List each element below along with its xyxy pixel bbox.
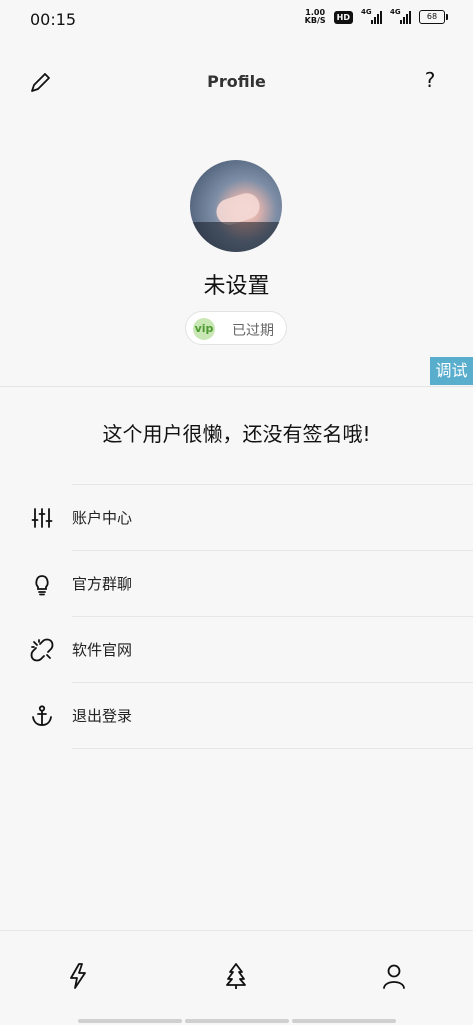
divider [0, 386, 473, 387]
header: Profile ? [0, 60, 473, 104]
nav-profile[interactable] [379, 961, 409, 991]
divider [72, 748, 473, 749]
signal-icon: 4G [361, 8, 382, 24]
menu-item-label: 退出登录 [72, 707, 133, 725]
menu-list: 账户中心 官方群聊 软件官网 退出登录 [0, 484, 473, 749]
nav-explore[interactable] [221, 961, 251, 991]
vip-status: 已过期 [232, 323, 274, 339]
gesture-bar [78, 1019, 182, 1023]
user-icon [383, 964, 405, 989]
status-bar: 00:15 1.00 KB/S HD 4G 4G 68 [0, 0, 473, 40]
link-broken-icon [30, 638, 54, 662]
menu-item-website[interactable]: 软件官网 [0, 616, 473, 682]
signal-icon: 4G [390, 8, 411, 24]
menu-item-logout[interactable]: 退出登录 [0, 682, 473, 748]
lightning-icon [70, 963, 86, 989]
debug-button[interactable]: 调试 [430, 357, 473, 385]
page-title: Profile [207, 72, 266, 91]
anchor-icon [32, 705, 52, 726]
username: 未设置 [203, 274, 270, 299]
status-icons: 1.00 KB/S HD 4G 4G 68 [304, 8, 448, 25]
menu-item-label: 官方群聊 [72, 575, 133, 593]
battery-icon: 68 [419, 10, 448, 24]
nav-home[interactable] [63, 961, 93, 991]
gesture-bar [292, 1019, 396, 1023]
hd-icon: HD [333, 10, 353, 24]
network-speed: 1.00 KB/S [304, 8, 326, 25]
tree-icon [226, 963, 246, 989]
vip-badge[interactable]: vip 已过期 [185, 311, 287, 345]
lightbulb-icon [35, 575, 49, 596]
menu-item-label: 账户中心 [72, 509, 133, 527]
status-time: 00:15 [30, 10, 77, 29]
gesture-bar [185, 1019, 289, 1023]
vip-icon: vip [193, 318, 215, 340]
menu-item-official-group[interactable]: 官方群聊 [0, 550, 473, 616]
bottom-nav [0, 930, 473, 1025]
menu-item-account-center[interactable]: 账户中心 [0, 484, 473, 550]
sliders-icon [31, 508, 53, 528]
signature: 这个用户很懒，还没有签名哦! [102, 422, 371, 446]
menu-item-label: 软件官网 [72, 641, 133, 659]
avatar[interactable] [190, 160, 282, 252]
help-button[interactable]: ? [417, 68, 443, 96]
